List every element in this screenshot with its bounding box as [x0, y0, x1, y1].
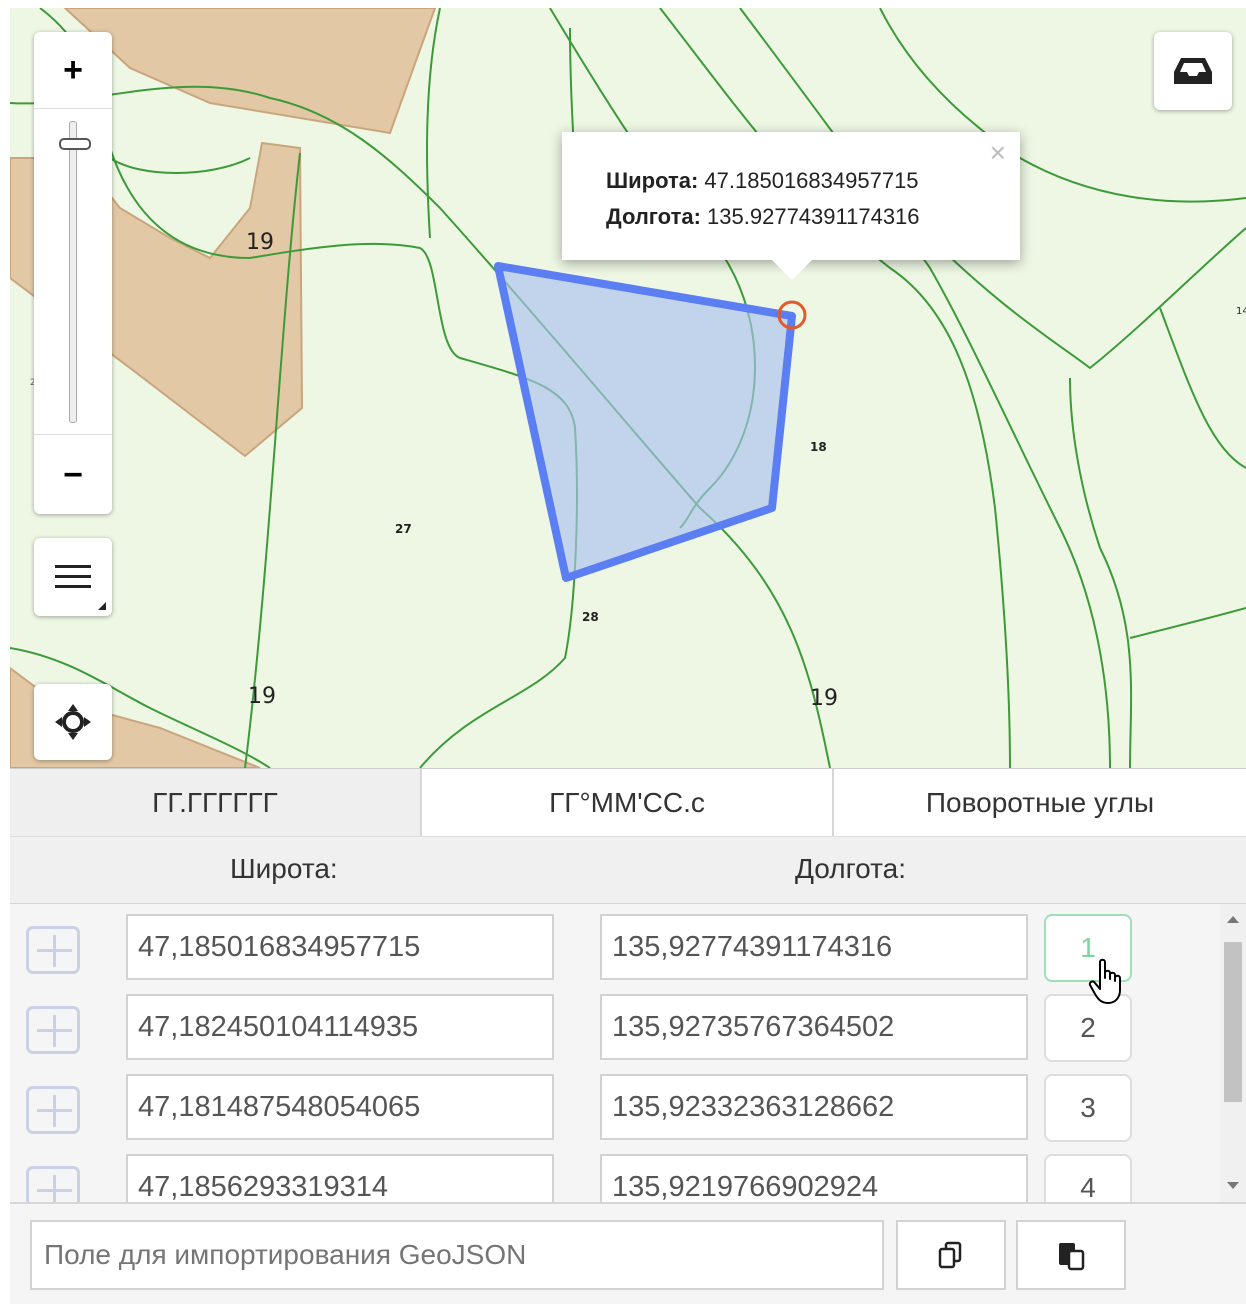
- map-label: 28: [582, 610, 599, 624]
- point-number-button[interactable]: 4: [1044, 1154, 1132, 1202]
- map-label: 19: [246, 230, 274, 255]
- zoom-in-button[interactable]: +: [34, 32, 112, 109]
- longitude-field[interactable]: 135,92332363128662: [600, 1074, 1028, 1140]
- paste-icon: [1059, 1243, 1085, 1271]
- map-canvas[interactable]: [10, 8, 1246, 768]
- popup-lon-label: Долгота:: [606, 204, 701, 229]
- selected-polygon[interactable]: [494, 262, 796, 582]
- add-point-icon[interactable]: [26, 926, 80, 974]
- map-label: 14: [1236, 306, 1246, 317]
- crosshair-icon: [55, 704, 91, 740]
- zoom-slider-handle[interactable]: [59, 138, 91, 150]
- latitude-field[interactable]: 47,1856293319314: [126, 1154, 554, 1202]
- list-item: 47,182450104114935 135,92735767364502 2: [10, 984, 1220, 1064]
- scroll-up-icon[interactable]: [1227, 916, 1239, 923]
- popup-lat-value: 47.185016834957715: [704, 168, 919, 193]
- popup-lon-value: 135.92774391174316: [707, 204, 920, 229]
- copy-button[interactable]: [896, 1220, 1006, 1290]
- hand-cursor-icon: [1088, 958, 1121, 1004]
- add-point-icon[interactable]: [26, 1166, 80, 1202]
- map-label: 19: [810, 686, 838, 711]
- dropdown-corner-icon: [98, 602, 106, 610]
- map-view[interactable]: 19 19 19 18 27 28 26 14 Широта: 47.18501…: [10, 8, 1246, 768]
- popup-latitude: Широта: 47.185016834957715: [606, 168, 919, 194]
- zoom-out-button[interactable]: −: [34, 434, 112, 515]
- latitude-field[interactable]: 47,181487548054065: [126, 1074, 554, 1140]
- inbox-icon: [1174, 58, 1212, 84]
- coordinate-list: 47,185016834957715 135,92774391174316 1 …: [10, 904, 1246, 1202]
- parcel-area: [63, 8, 437, 135]
- latitude-field[interactable]: 47,182450104114935: [126, 994, 554, 1060]
- column-headers: Широта: Долгота:: [10, 836, 1246, 905]
- popup-lat-label: Широта:: [606, 168, 699, 193]
- paste-button[interactable]: [1016, 1220, 1126, 1290]
- list-item: 47,185016834957715 135,92774391174316 1: [10, 904, 1220, 984]
- hamburger-icon: [55, 565, 91, 588]
- layers-menu-button[interactable]: [34, 538, 112, 616]
- format-tabs: ГГ.ГГГГГГ ГГ°ММ'СС.с Поворотные углы: [10, 768, 1246, 837]
- list-item: 47,181487548054065 135,92332363128662 3: [10, 1064, 1220, 1144]
- inbox-button[interactable]: [1154, 32, 1232, 110]
- add-point-icon[interactable]: [26, 1006, 80, 1054]
- locate-button[interactable]: [34, 684, 112, 760]
- add-point-icon[interactable]: [26, 1086, 80, 1134]
- longitude-field[interactable]: 135,9219766902924: [600, 1154, 1028, 1202]
- list-item: 47,1856293319314 135,9219766902924 4: [10, 1144, 1220, 1202]
- scrollbar-thumb[interactable]: [1224, 942, 1242, 1102]
- tab-decimal-degrees[interactable]: ГГ.ГГГГГГ: [10, 769, 422, 837]
- point-number-button[interactable]: 3: [1044, 1074, 1132, 1142]
- longitude-field[interactable]: 135,92774391174316: [600, 914, 1028, 980]
- popup-close-button[interactable]: ×: [990, 138, 1006, 168]
- geojson-import-input[interactable]: [30, 1220, 884, 1290]
- zoom-rail[interactable]: [69, 121, 77, 423]
- copy-icon: [938, 1241, 962, 1269]
- tab-dms[interactable]: ГГ°ММ'СС.с: [422, 769, 834, 837]
- list-scrollbar[interactable]: [1220, 904, 1246, 1202]
- scroll-down-icon[interactable]: [1227, 1182, 1239, 1189]
- zoom-slider[interactable]: [34, 109, 112, 434]
- app-frame: 19 19 19 18 27 28 26 14 Широта: 47.18501…: [10, 8, 1246, 1304]
- zoom-control: + −: [34, 32, 112, 514]
- map-label: 18: [810, 440, 827, 454]
- latitude-field[interactable]: 47,185016834957715: [126, 914, 554, 980]
- tab-turning-angles[interactable]: Поворотные углы: [834, 769, 1246, 837]
- latitude-header: Широта:: [230, 853, 338, 884]
- coordinate-popup: Широта: 47.185016834957715 Долгота: 135.…: [562, 132, 1020, 280]
- popup-longitude: Долгота: 135.92774391174316: [606, 204, 920, 230]
- map-label: 19: [248, 684, 276, 709]
- map-label: 27: [395, 522, 412, 536]
- import-bar: [10, 1202, 1246, 1304]
- longitude-field[interactable]: 135,92735767364502: [600, 994, 1028, 1060]
- longitude-header: Долгота:: [795, 853, 906, 884]
